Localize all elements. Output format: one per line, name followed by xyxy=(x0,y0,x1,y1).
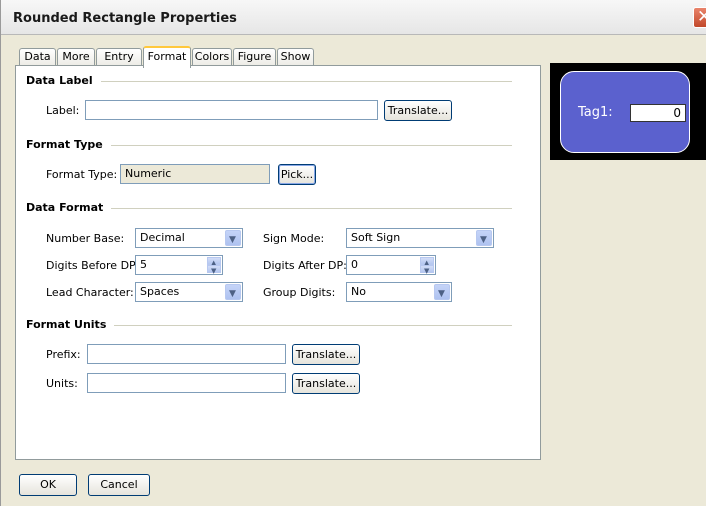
tab-colors[interactable]: Colors xyxy=(192,48,232,66)
prefix-caption: Prefix: xyxy=(46,348,81,361)
number-base-value: Decimal xyxy=(140,231,185,244)
tab-more[interactable]: More xyxy=(57,48,95,66)
ok-button[interactable]: OK xyxy=(19,474,77,496)
format-type-field: Numeric xyxy=(120,164,270,184)
sign-mode-select[interactable]: Soft Sign ▼ xyxy=(346,228,494,248)
section-data-label: Data Label xyxy=(26,74,101,87)
digits-after-spinner[interactable]: 0 ▲ ▼ xyxy=(346,255,436,275)
chevron-down-icon[interactable]: ▼ xyxy=(225,230,241,246)
format-panel: Data Label Label: Translate... Format Ty… xyxy=(15,65,541,460)
digits-after-value: 0 xyxy=(351,258,358,271)
tab-format[interactable]: Format xyxy=(143,46,191,68)
prefix-input[interactable] xyxy=(87,344,286,364)
tab-show[interactable]: Show xyxy=(277,48,314,66)
section-format-units: Format Units xyxy=(26,318,115,331)
digits-before-caption: Digits Before DP: xyxy=(46,259,140,272)
chevron-down-icon[interactable]: ▼ xyxy=(434,284,450,300)
tab-data[interactable]: Data xyxy=(19,48,56,66)
spin-down-icon[interactable]: ▼ xyxy=(420,265,434,275)
digits-before-spinner[interactable]: 5 ▲ ▼ xyxy=(135,255,223,275)
units-caption: Units: xyxy=(46,377,78,390)
properties-dialog: Rounded Rectangle Properties ✕ Data More… xyxy=(0,0,706,506)
number-base-select[interactable]: Decimal ▼ xyxy=(135,228,243,248)
digits-after-caption: Digits After DP: xyxy=(263,259,347,272)
spin-down-icon[interactable]: ▼ xyxy=(207,265,221,275)
translate-label-button[interactable]: Translate... xyxy=(384,100,452,121)
number-base-caption: Number Base: xyxy=(46,232,125,245)
pick-button[interactable]: Pick... xyxy=(278,164,316,185)
lead-char-caption: Lead Character: xyxy=(46,286,134,299)
cancel-button[interactable]: Cancel xyxy=(88,474,150,496)
rounded-rectangle-preview: Tag1: 0 xyxy=(560,71,690,153)
preview-tag-value: 0 xyxy=(630,104,686,122)
units-input[interactable] xyxy=(87,373,286,393)
sign-mode-value: Soft Sign xyxy=(351,231,401,244)
close-button[interactable]: ✕ xyxy=(693,7,706,28)
lead-char-value: Spaces xyxy=(140,285,180,298)
label-caption: Label: xyxy=(46,104,80,117)
sign-mode-caption: Sign Mode: xyxy=(263,232,325,245)
tab-figure[interactable]: Figure xyxy=(233,48,276,66)
section-format-type: Format Type xyxy=(26,138,111,151)
section-data-format: Data Format xyxy=(26,201,112,214)
lead-char-select[interactable]: Spaces ▼ xyxy=(135,282,243,302)
tab-entry[interactable]: Entry xyxy=(96,48,142,66)
digits-before-value: 5 xyxy=(140,258,147,271)
chevron-down-icon[interactable]: ▼ xyxy=(476,230,492,246)
close-icon: ✕ xyxy=(697,7,706,27)
group-digits-value: No xyxy=(351,285,366,298)
chevron-down-icon[interactable]: ▼ xyxy=(225,284,241,300)
title-bar: Rounded Rectangle Properties ✕ xyxy=(1,0,706,35)
translate-prefix-button[interactable]: Translate... xyxy=(292,344,360,365)
label-input[interactable] xyxy=(85,100,378,120)
window-title: Rounded Rectangle Properties xyxy=(13,11,237,26)
preview-pane: Tag1: 0 xyxy=(550,63,706,160)
preview-tag-label: Tag1: xyxy=(578,105,613,120)
group-digits-select[interactable]: No ▼ xyxy=(346,282,452,302)
group-digits-caption: Group Digits: xyxy=(263,286,336,299)
translate-units-button[interactable]: Translate... xyxy=(292,373,360,394)
format-type-caption: Format Type: xyxy=(46,168,118,181)
